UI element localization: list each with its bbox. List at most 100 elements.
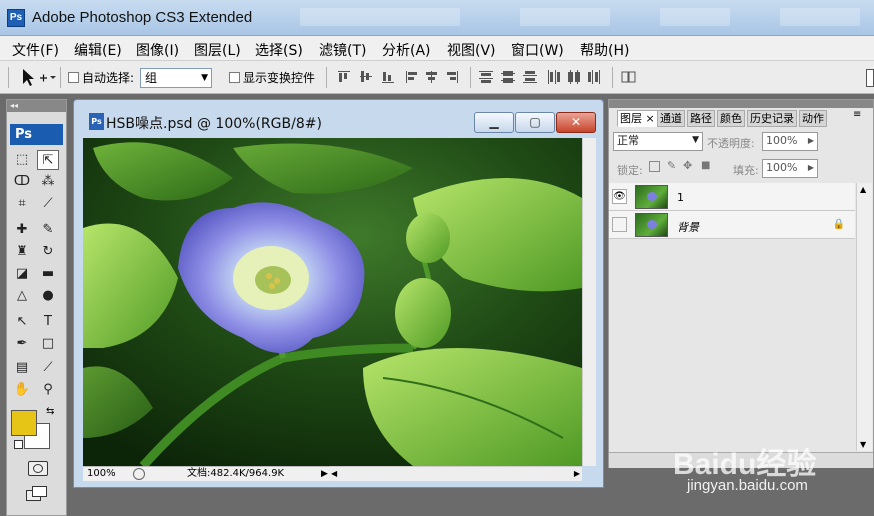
slice-tool-icon[interactable]: ⟋ xyxy=(37,194,59,214)
menu-view[interactable]: 视图(V) xyxy=(447,40,496,60)
auto-align-layers-icon[interactable] xyxy=(620,69,638,85)
foreground-color-swatch[interactable] xyxy=(11,410,37,436)
magic-wand-tool-icon[interactable]: ⁂ xyxy=(37,172,59,192)
layer-thumbnail xyxy=(635,185,668,209)
tab-paths[interactable]: 路径 xyxy=(687,110,715,127)
zoom-tool-icon[interactable]: ⚲ xyxy=(37,380,59,400)
fill-value: 100% xyxy=(766,161,798,174)
screen-mode-icon[interactable] xyxy=(26,486,50,502)
menu-edit[interactable]: 编辑(E) xyxy=(74,40,122,60)
maximize-button[interactable]: ▢ xyxy=(515,112,555,133)
close-button[interactable]: ✕ xyxy=(556,112,596,133)
vertical-scrollbar[interactable] xyxy=(582,138,596,466)
distribute-buttons[interactable] xyxy=(478,69,606,85)
dodge-tool-icon[interactable]: ● xyxy=(37,286,59,306)
hand-tool-icon[interactable]: ✋ xyxy=(11,380,33,400)
menu-analysis[interactable]: 分析(A) xyxy=(382,40,431,60)
lasso-tool-icon[interactable]: ↀ xyxy=(11,172,33,192)
brush-tool-icon[interactable]: ✎ xyxy=(37,220,59,240)
visibility-toggle[interactable] xyxy=(612,217,627,232)
menu-image[interactable]: 图像(I) xyxy=(136,40,179,60)
document-window[interactable]: Ps HSB噪点.psd @ 100%(RGB/8#) ▁ ▢ ✕ 100% 文… xyxy=(73,99,604,488)
align-vcenter-icon xyxy=(360,71,372,82)
workspace-button[interactable] xyxy=(866,69,874,87)
panel-menu-icon[interactable]: ≡ xyxy=(853,109,861,120)
move-tool-preset-picker[interactable] xyxy=(20,66,56,89)
type-tool-icon[interactable]: T xyxy=(37,312,59,332)
menu-file[interactable]: 文件(F) xyxy=(12,40,59,60)
menu-layer[interactable]: 图层(L) xyxy=(194,40,241,60)
status-menu-icon[interactable] xyxy=(133,468,145,480)
background-window-tab xyxy=(780,8,860,26)
scroll-right-icon[interactable]: ▶ xyxy=(574,469,580,478)
lock-position-icon[interactable]: ✥ xyxy=(683,159,692,172)
auto-select-checkbox[interactable] xyxy=(68,72,79,83)
dropdown-arrow-icon: ▼ xyxy=(201,73,208,83)
menu-filter[interactable]: 滤镜(T) xyxy=(319,40,366,60)
fill-field[interactable]: 100% ▶ xyxy=(762,159,818,178)
distribute-right-icon xyxy=(588,70,600,84)
menu-help[interactable]: 帮助(H) xyxy=(580,40,629,60)
tab-history[interactable]: 历史记录 xyxy=(747,110,797,127)
title-bar: Ps Adobe Photoshop CS3 Extended xyxy=(0,0,874,36)
blend-mode-dropdown[interactable]: 正常 ▼ xyxy=(613,132,703,151)
flower-photo xyxy=(83,138,582,466)
tab-layers[interactable]: 图层 × xyxy=(617,110,658,127)
eyedropper-tool-icon[interactable]: ⟋ xyxy=(37,358,59,378)
lock-all-icon[interactable]: ■ xyxy=(701,160,710,171)
horizontal-scrollbar[interactable]: ◀ ▶ xyxy=(329,466,582,481)
show-transform-checkbox[interactable] xyxy=(229,72,240,83)
scroll-up-icon[interactable]: ▲ xyxy=(860,185,866,194)
tab-channels[interactable]: 通道 xyxy=(657,110,685,127)
align-left-icon xyxy=(406,71,417,83)
quick-mask-icon[interactable] xyxy=(28,461,48,476)
tools-panel-grip[interactable]: ◂◂ xyxy=(7,100,66,112)
show-transform-group: 显示变换控件 xyxy=(229,69,315,92)
eye-icon[interactable]: 👁 xyxy=(612,189,627,204)
image-canvas[interactable] xyxy=(83,138,582,466)
distribute-hcenter-icon xyxy=(568,70,580,84)
layer-row[interactable]: 背景 🔒 xyxy=(609,211,855,239)
lock-pixels-icon[interactable]: ✎ xyxy=(667,159,676,172)
menu-select[interactable]: 选择(S) xyxy=(255,40,303,60)
layer-row[interactable]: 👁 1 xyxy=(609,183,855,211)
shape-tool-icon[interactable]: □ xyxy=(37,334,59,354)
notes-tool-icon[interactable]: ▤ xyxy=(11,358,33,378)
clone-stamp-tool-icon[interactable]: ♜ xyxy=(11,242,33,262)
fill-label: 填充: xyxy=(733,164,759,177)
align-buttons[interactable] xyxy=(336,69,464,85)
layers-scrollbar[interactable]: ▲ ▼ xyxy=(856,183,872,451)
move-tool-icon[interactable]: ⇱ xyxy=(37,150,59,170)
crop-tool-icon[interactable]: ⌗ xyxy=(11,194,33,214)
tools-ps-logo[interactable]: Ps xyxy=(10,124,63,145)
background-window-tab xyxy=(660,8,730,26)
opacity-field[interactable]: 100% ▶ xyxy=(762,132,818,151)
scroll-left-icon[interactable]: ◀ xyxy=(331,469,337,478)
auto-select-group: 自动选择: xyxy=(68,69,134,92)
auto-select-dropdown[interactable]: 组 ▼ xyxy=(140,68,212,88)
healing-brush-tool-icon[interactable]: ✚ xyxy=(11,220,33,240)
zoom-level[interactable]: 100% xyxy=(87,467,116,481)
status-arrow-icon[interactable]: ▶ xyxy=(321,467,328,481)
gradient-tool-icon[interactable]: ▬ xyxy=(37,264,59,284)
tab-color[interactable]: 颜色 xyxy=(717,110,745,127)
default-colors-icon[interactable] xyxy=(14,440,23,449)
minimize-button[interactable]: ▁ xyxy=(474,112,514,133)
auto-select-value: 组 xyxy=(145,71,158,85)
separator xyxy=(326,67,327,88)
path-selection-tool-icon[interactable]: ↖ xyxy=(11,312,33,332)
marquee-tool-icon[interactable]: ⬚ xyxy=(11,150,33,170)
scroll-down-icon[interactable]: ▼ xyxy=(860,440,866,449)
align-top-icon xyxy=(338,71,350,82)
layer-thumbnail xyxy=(635,213,668,237)
panel-grip[interactable] xyxy=(609,100,873,108)
pen-tool-icon[interactable]: ✒ xyxy=(11,334,33,354)
eraser-tool-icon[interactable]: ◪ xyxy=(11,264,33,284)
swap-colors-icon[interactable]: ⇆ xyxy=(46,406,54,417)
tab-actions[interactable]: 动作 xyxy=(799,110,827,127)
document-size: 文档:482.4K/964.9K xyxy=(187,468,285,479)
blur-tool-icon[interactable]: △ xyxy=(11,286,33,306)
lock-transparent-icon[interactable] xyxy=(649,161,660,172)
history-brush-tool-icon[interactable]: ↻ xyxy=(37,242,59,262)
menu-window[interactable]: 窗口(W) xyxy=(511,40,564,60)
